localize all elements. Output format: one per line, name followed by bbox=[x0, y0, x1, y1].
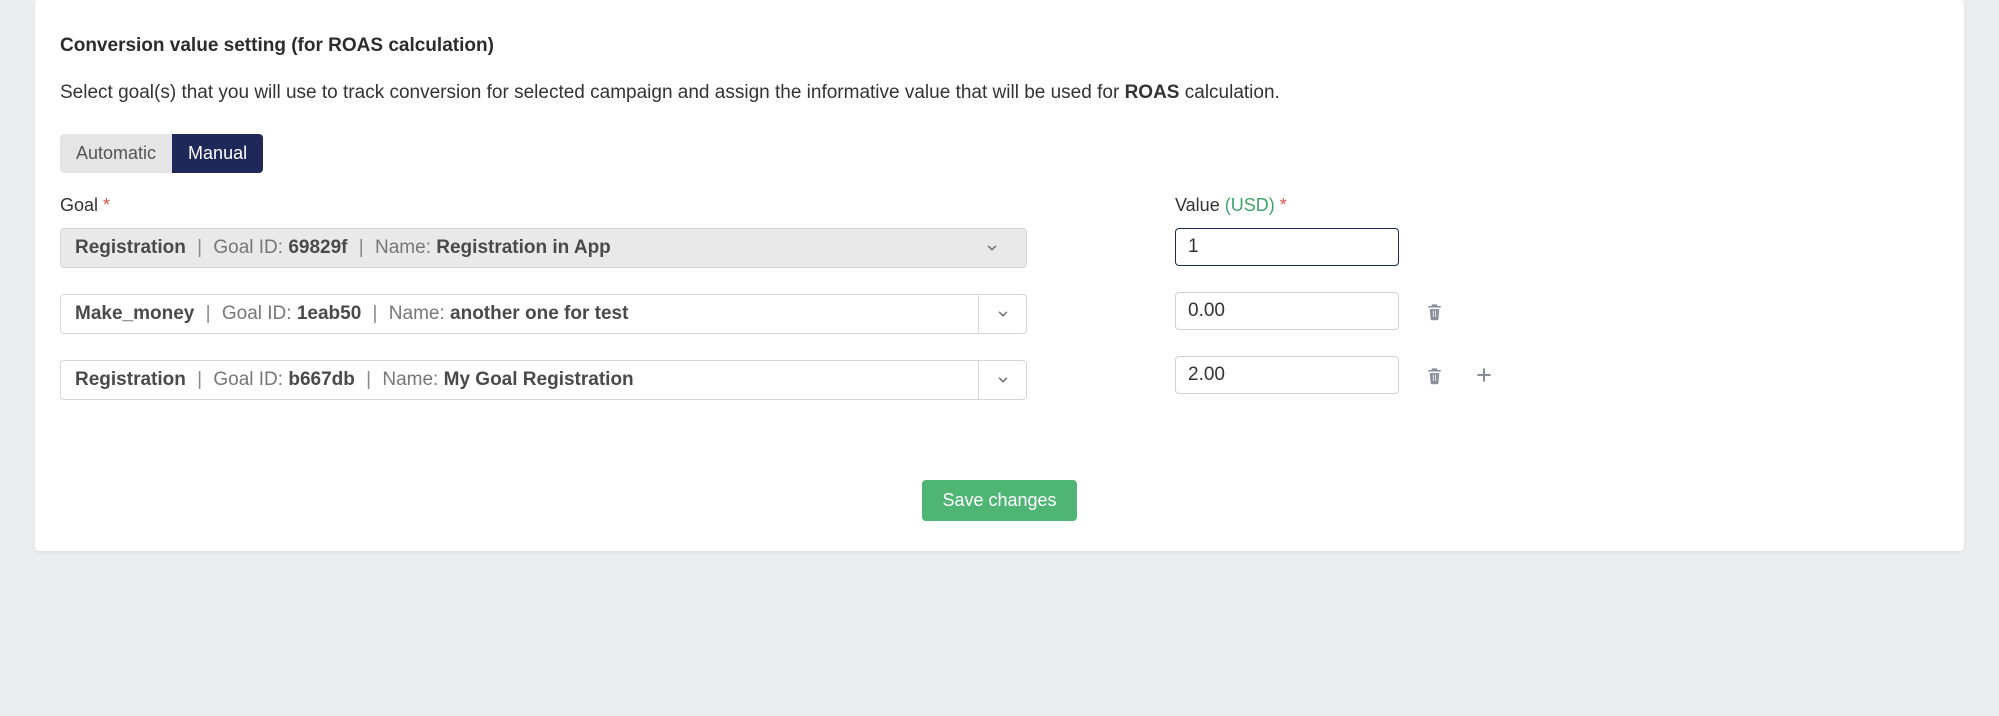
goal-column: Goal * Registration | Goal ID: 69829f | … bbox=[60, 195, 1027, 400]
value-input[interactable] bbox=[1175, 356, 1399, 394]
section-title: Conversion value setting (for ROAS calcu… bbox=[60, 35, 1939, 57]
value-row bbox=[1175, 228, 1939, 266]
value-row bbox=[1175, 356, 1939, 394]
chevron-down-icon bbox=[972, 241, 1012, 255]
add-row-button[interactable] bbox=[1470, 361, 1498, 389]
footer: Save changes bbox=[60, 480, 1939, 521]
value-input[interactable] bbox=[1175, 292, 1399, 330]
goal-select: Registration | Goal ID: 69829f | Name: R… bbox=[60, 228, 1027, 268]
goal-row: Registration | Goal ID: b667db | Name: M… bbox=[60, 360, 1027, 400]
value-input[interactable] bbox=[1175, 228, 1399, 266]
save-button[interactable]: Save changes bbox=[922, 480, 1076, 521]
goal-select[interactable]: Registration | Goal ID: b667db | Name: M… bbox=[60, 360, 1027, 400]
goal-row: Registration | Goal ID: 69829f | Name: R… bbox=[60, 228, 1027, 268]
value-row bbox=[1175, 292, 1939, 330]
goal-row: Make_money | Goal ID: 1eab50 | Name: ano… bbox=[60, 294, 1027, 334]
section-description: Select goal(s) that you will use to trac… bbox=[60, 82, 1939, 104]
value-column: Value (USD) * bbox=[1175, 195, 1939, 394]
chevron-down-icon bbox=[978, 295, 1026, 333]
tab-manual[interactable]: Manual bbox=[172, 134, 263, 173]
value-label: Value (USD) * bbox=[1175, 195, 1939, 216]
goal-label: Goal * bbox=[60, 195, 1027, 216]
settings-card: Conversion value setting (for ROAS calcu… bbox=[35, 0, 1964, 551]
mode-tabs: Automatic Manual bbox=[60, 134, 263, 173]
chevron-down-icon bbox=[978, 361, 1026, 399]
goal-select[interactable]: Make_money | Goal ID: 1eab50 | Name: ano… bbox=[60, 294, 1027, 334]
delete-row-button[interactable] bbox=[1421, 298, 1448, 325]
goal-value-grid: Goal * Registration | Goal ID: 69829f | … bbox=[60, 195, 1939, 400]
delete-row-button[interactable] bbox=[1421, 362, 1448, 389]
tab-automatic[interactable]: Automatic bbox=[60, 134, 172, 173]
